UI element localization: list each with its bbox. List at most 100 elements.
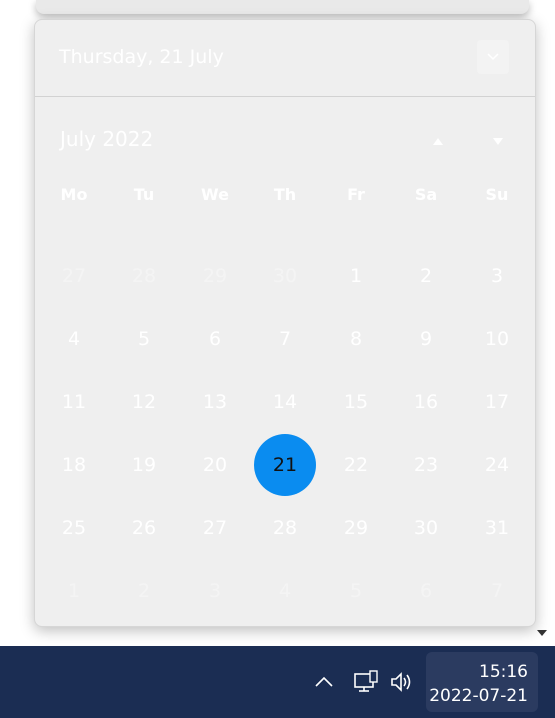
clock-button[interactable]: 15:16 2022-07-21 [426,652,538,712]
day-number: 5 [349,580,363,602]
day-number: 29 [343,517,369,539]
calendar-flyout: Thursday, 21 July July 2022 Mo Tu We Th … [34,19,536,627]
day-number: 19 [131,454,157,476]
day-number: 27 [202,517,228,539]
day-number: 25 [61,517,87,539]
day-cell[interactable]: 31 [462,497,532,559]
weekday-label: We [201,185,229,204]
day-cell[interactable]: 24 [462,434,532,496]
day-cell[interactable]: 28 [250,497,320,559]
day-number: 5 [137,328,151,350]
weekday-header: Mo Tu We Th Fr Sa Su [35,179,535,245]
day-cell[interactable]: 14 [250,371,320,433]
weekday-label: Fr [347,185,365,204]
month-navigation: July 2022 [35,97,535,179]
day-number: 28 [272,517,298,539]
day-number: 2 [137,580,151,602]
day-cell[interactable]: 7 [250,308,320,370]
day-cell[interactable]: 25 [39,497,109,559]
weekday-label: Th [273,185,297,204]
collapse-button[interactable] [477,40,509,74]
weekday-label: Tu [133,185,155,204]
day-cell[interactable]: 3 [180,560,250,622]
day-number: 28 [131,265,157,287]
day-number: 18 [61,454,87,476]
triangle-up-icon [433,137,443,145]
weekday-label: Mo [60,185,88,204]
day-number: 7 [490,580,504,602]
day-number: 4 [278,580,292,602]
day-number: 1 [67,580,81,602]
day-cell[interactable]: 20 [180,434,250,496]
next-month-button[interactable] [486,131,510,151]
day-cell[interactable]: 4 [39,308,109,370]
day-cell[interactable]: 13 [180,371,250,433]
day-number: 9 [419,328,433,350]
selected-day-cell[interactable]: 21 [250,434,320,496]
weekday-label: Su [485,185,509,204]
day-cell[interactable]: 9 [391,308,461,370]
day-number: 1 [349,265,363,287]
day-cell[interactable]: 4 [250,560,320,622]
chevron-down-icon [487,53,499,61]
day-cell[interactable]: 19 [109,434,179,496]
day-cell[interactable]: 22 [321,434,391,496]
chevron-up-icon [315,676,333,687]
day-number: 26 [131,517,157,539]
day-cell[interactable]: 6 [180,308,250,370]
day-cell[interactable]: 27 [180,497,250,559]
clock-date: 2022-07-21 [429,686,528,706]
scroll-down-arrow-icon[interactable] [537,630,547,636]
triangle-down-icon [493,137,503,145]
day-cell[interactable]: 8 [321,308,391,370]
previous-panel-edge [36,0,529,14]
network-icon [354,670,378,692]
day-cell[interactable]: 17 [462,371,532,433]
day-number: 22 [343,454,369,476]
volume-button[interactable] [386,666,418,698]
day-number: 30 [272,265,298,287]
previous-month-button[interactable] [426,131,450,151]
day-number: 3 [208,580,222,602]
day-number: 14 [272,391,298,413]
day-cell[interactable]: 3 [462,245,532,307]
day-cell[interactable]: 1 [39,560,109,622]
day-number: 4 [67,328,81,350]
day-cell[interactable]: 15 [321,371,391,433]
day-cell[interactable]: 12 [109,371,179,433]
day-number: 29 [202,265,228,287]
day-cell[interactable]: 5 [109,308,179,370]
day-number: 30 [413,517,439,539]
day-cell[interactable]: 30 [250,245,320,307]
date-header[interactable]: Thursday, 21 July [35,20,535,97]
network-button[interactable] [350,666,382,698]
day-cell[interactable]: 30 [391,497,461,559]
day-cell[interactable]: 27 [39,245,109,307]
day-cell[interactable]: 1 [321,245,391,307]
day-cell[interactable]: 6 [391,560,461,622]
day-number: 3 [490,265,504,287]
day-number: 31 [484,517,510,539]
day-cell[interactable]: 26 [109,497,179,559]
day-cell[interactable]: 2 [109,560,179,622]
show-hidden-icons-button[interactable] [310,668,338,696]
day-cell[interactable]: 5 [321,560,391,622]
day-number: 10 [484,328,510,350]
day-cell[interactable]: 11 [39,371,109,433]
day-cell[interactable]: 23 [391,434,461,496]
month-title[interactable]: July 2022 [60,127,153,151]
day-number: 21 [272,454,298,476]
clock-time: 15:16 [479,662,528,682]
day-cell[interactable]: 18 [39,434,109,496]
day-cell[interactable]: 10 [462,308,532,370]
day-cell[interactable]: 2 [391,245,461,307]
day-number: 13 [202,391,228,413]
day-cell[interactable]: 29 [321,497,391,559]
volume-icon [391,672,411,692]
day-number: 12 [131,391,157,413]
day-cell[interactable]: 16 [391,371,461,433]
day-cell[interactable]: 28 [109,245,179,307]
day-cell[interactable]: 29 [180,245,250,307]
day-number: 15 [343,391,369,413]
day-cell[interactable]: 7 [462,560,532,622]
